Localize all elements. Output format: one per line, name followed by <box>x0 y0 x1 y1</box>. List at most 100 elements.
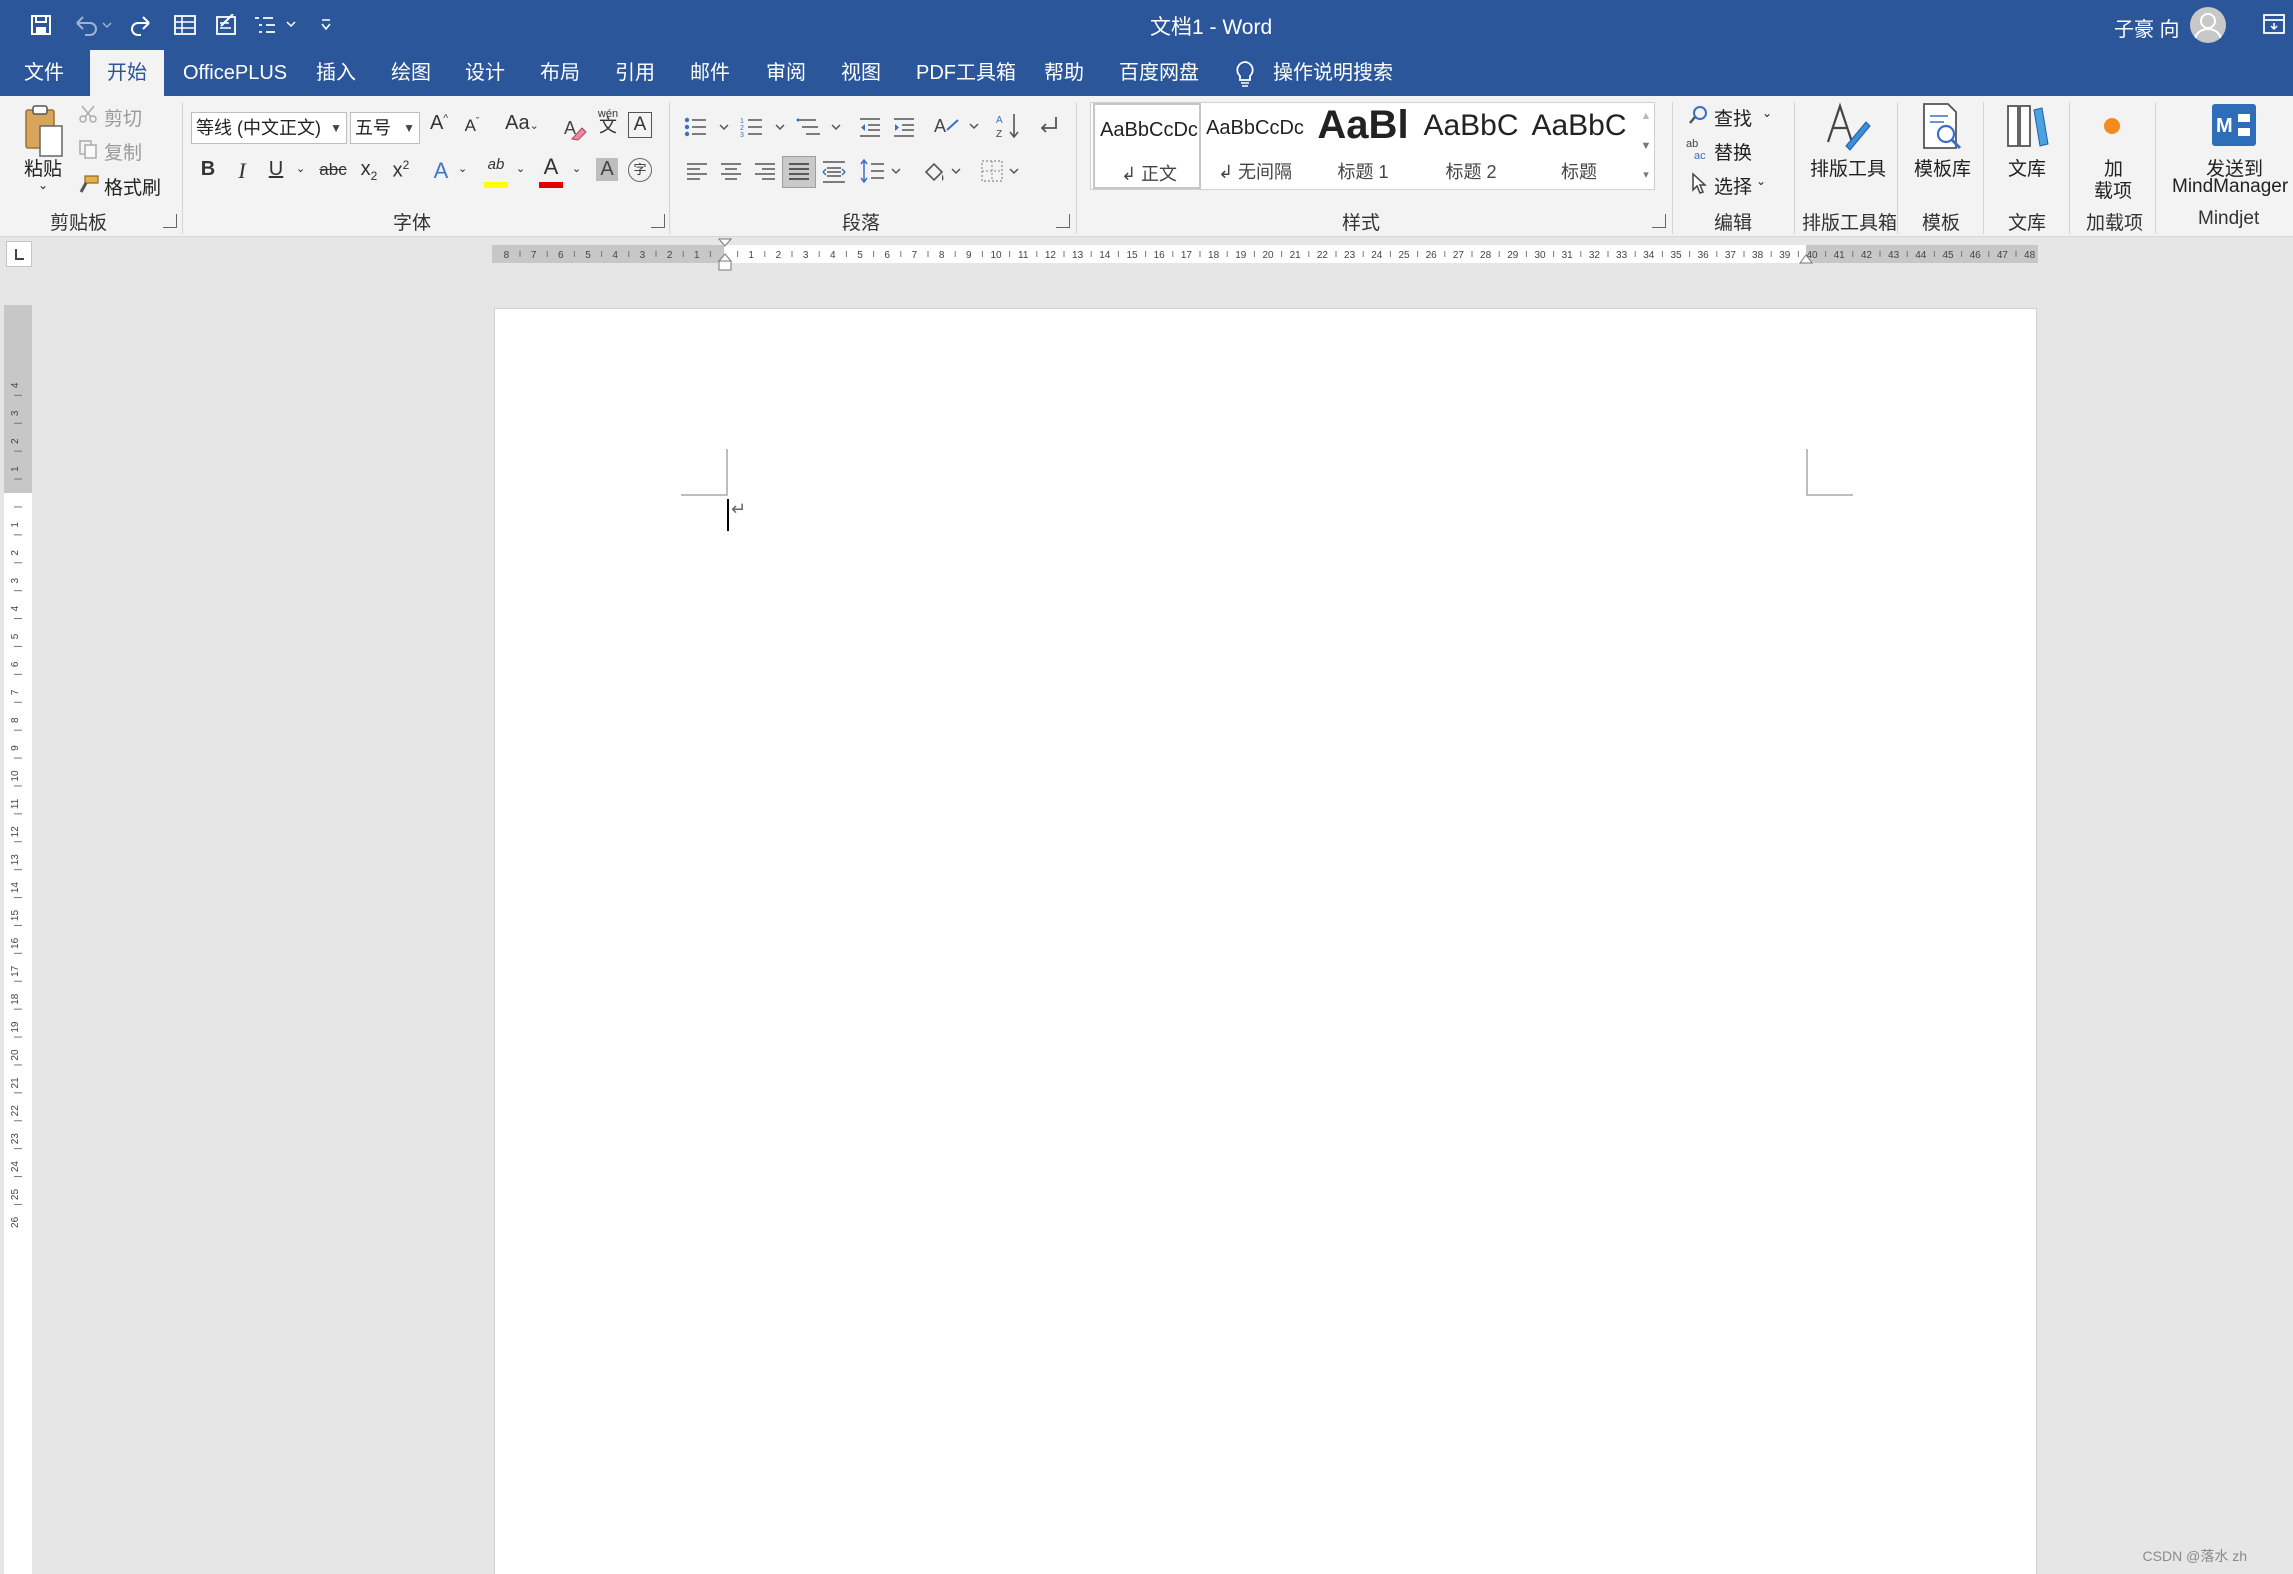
change-case-button[interactable]: Aa⌄ <box>498 112 546 135</box>
bold-button[interactable]: B <box>198 158 218 181</box>
replace-button[interactable]: 替换 <box>1714 138 1752 165</box>
tab-references[interactable]: 引用 <box>615 50 655 96</box>
document-page[interactable]: ↵ <box>494 308 2037 1574</box>
bullets-icon[interactable] <box>684 116 730 143</box>
library-icon[interactable] <box>2004 102 2050 157</box>
italic-button[interactable]: I <box>232 158 252 184</box>
font-launcher-icon[interactable] <box>651 214 665 228</box>
customize-icon[interactable] <box>316 10 336 40</box>
text-effects-dropdown-icon[interactable]: ⌄ <box>458 162 467 175</box>
save-icon[interactable] <box>26 10 56 40</box>
style-normal[interactable]: AaBbCcDc ↲ 正文 <box>1093 103 1201 189</box>
multilevel-list-icon[interactable] <box>796 116 842 143</box>
layout-tools-button[interactable]: 排版工具 <box>1810 154 1886 181</box>
character-shading-button[interactable]: A <box>596 158 618 181</box>
mindmanager-icon[interactable]: M <box>2210 100 2258 155</box>
sort-icon[interactable]: AZ <box>996 112 1020 145</box>
send-to-mindmanager-line2[interactable]: MindManager <box>2172 176 2288 198</box>
addins-button-line2[interactable]: 载项 <box>2094 176 2132 203</box>
select-cursor-icon[interactable] <box>1690 172 1708 199</box>
tab-view[interactable]: 视图 <box>841 50 881 96</box>
text-direction-icon[interactable]: A <box>934 114 980 145</box>
line-spacing-icon[interactable] <box>860 158 906 189</box>
superscript-button[interactable]: x2 <box>388 158 414 183</box>
user-name[interactable]: 子豪 向 <box>2114 13 2180 42</box>
tab-help[interactable]: 帮助 <box>1044 50 1084 96</box>
paste-button[interactable]: 粘贴 <box>24 154 62 181</box>
align-left-icon[interactable] <box>686 162 708 187</box>
clipboard-launcher-icon[interactable] <box>163 214 177 228</box>
cut-button[interactable]: 剪切 <box>104 104 142 131</box>
shading-icon[interactable] <box>922 158 968 189</box>
addins-icon[interactable] <box>2104 118 2120 134</box>
layout-tools-icon[interactable] <box>1824 102 1872 157</box>
align-center-icon[interactable] <box>720 162 742 187</box>
form-icon[interactable] <box>212 10 242 40</box>
strikethrough-button[interactable]: abc <box>318 160 348 180</box>
font-color-button[interactable]: A <box>538 154 564 188</box>
clear-formatting-icon[interactable]: A <box>562 114 588 147</box>
enclose-characters-button[interactable]: 字 <box>628 158 652 182</box>
font-name-combo[interactable]: 等线 (中文正文) ▼ <box>191 112 347 144</box>
font-size-combo[interactable]: 五号 ▼ <box>350 112 420 144</box>
align-right-icon[interactable] <box>754 162 776 187</box>
outline-icon[interactable] <box>252 10 298 40</box>
style-heading-2[interactable]: AaBbC 标题 2 <box>1417 103 1525 189</box>
paragraph-launcher-icon[interactable] <box>1056 214 1070 228</box>
format-painter-icon[interactable] <box>78 174 100 199</box>
indent-markers[interactable] <box>717 237 733 278</box>
right-indent-marker[interactable] <box>1798 252 1814 270</box>
tab-pdf-toolbox[interactable]: PDF工具箱 <box>916 50 1016 96</box>
style-title[interactable]: AaBbC 标题 <box>1525 103 1633 189</box>
highlight-button[interactable]: ab <box>482 156 510 188</box>
increase-indent-icon[interactable] <box>892 116 916 143</box>
tab-mailings[interactable]: 邮件 <box>690 50 730 96</box>
gallery-scroll-up-icon[interactable]: ▲ <box>1637 110 1655 122</box>
subscript-button[interactable]: x2 <box>356 158 382 183</box>
shrink-font-button[interactable]: Aˇ <box>460 116 484 136</box>
show-formatting-marks-icon[interactable] <box>1036 114 1060 143</box>
styles-launcher-icon[interactable] <box>1652 214 1666 228</box>
underline-button[interactable]: U <box>266 158 286 181</box>
template-library-button[interactable]: 模板库 <box>1914 154 1971 181</box>
tab-baidu-netdisk[interactable]: 百度网盘 <box>1119 50 1199 96</box>
gallery-more-icon[interactable]: ▾ <box>1637 168 1655 181</box>
find-dropdown-icon[interactable]: ⌄ <box>1762 106 1772 120</box>
find-button[interactable]: 查找 <box>1714 104 1752 131</box>
tab-design[interactable]: 设计 <box>465 50 505 96</box>
font-color-dropdown-icon[interactable]: ⌄ <box>572 162 581 175</box>
undo-icon[interactable] <box>70 10 116 40</box>
justify-button[interactable] <box>782 156 816 188</box>
tab-file[interactable]: 文件 <box>24 50 64 96</box>
tab-home[interactable]: 开始 <box>90 50 164 96</box>
template-library-icon[interactable] <box>1918 102 1964 157</box>
grow-font-button[interactable]: A^ <box>426 112 452 135</box>
tab-layout[interactable]: 布局 <box>540 50 580 96</box>
tab-insert[interactable]: 插入 <box>316 50 356 96</box>
table-icon[interactable] <box>170 10 200 40</box>
tab-selector-icon[interactable] <box>6 241 32 267</box>
select-button[interactable]: 选择 <box>1714 172 1752 199</box>
paste-dropdown-icon[interactable]: ⌄ <box>38 178 48 192</box>
tab-draw[interactable]: 绘图 <box>391 50 431 96</box>
style-heading-1[interactable]: AaBl 标题 1 <box>1309 103 1417 189</box>
copy-icon[interactable] <box>78 139 98 164</box>
gallery-scroll-down-icon[interactable]: ▼ <box>1637 140 1655 152</box>
tell-me-search[interactable]: 操作说明搜索 <box>1273 50 1393 96</box>
replace-icon[interactable]: ab ac <box>1686 137 1712 166</box>
borders-icon[interactable] <box>980 158 1026 189</box>
library-button[interactable]: 文库 <box>2008 154 2046 181</box>
character-border-button[interactable]: A <box>628 112 652 138</box>
phonetic-guide-button[interactable]: wén 文 <box>594 108 622 135</box>
format-painter-button[interactable]: 格式刷 <box>104 173 161 200</box>
ribbon-display-options-icon[interactable] <box>2262 12 2286 36</box>
tab-review[interactable]: 审阅 <box>766 50 806 96</box>
distributed-icon[interactable] <box>822 160 846 189</box>
text-effects-button[interactable]: A <box>430 158 452 184</box>
style-no-spacing[interactable]: AaBbCcDc ↲ 无间隔 <box>1201 103 1309 189</box>
copy-button[interactable]: 复制 <box>104 138 142 165</box>
decrease-indent-icon[interactable] <box>858 116 882 143</box>
numbering-icon[interactable]: 123 <box>740 116 786 143</box>
redo-icon[interactable] <box>126 10 156 40</box>
underline-dropdown-icon[interactable]: ⌄ <box>296 162 305 175</box>
